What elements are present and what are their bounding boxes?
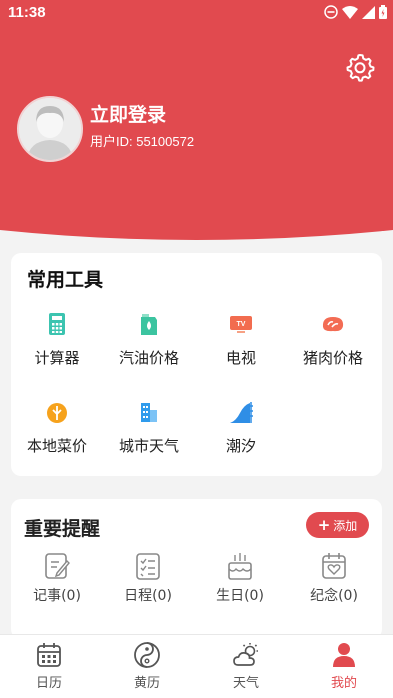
signal-icon xyxy=(362,5,375,19)
vegetable-icon xyxy=(47,403,67,423)
login-link[interactable]: 立即登录 xyxy=(90,100,166,127)
cake-icon xyxy=(228,553,252,580)
tab-almanac[interactable]: 黄历 xyxy=(98,635,196,698)
tool-tide[interactable]: 潮汐 xyxy=(195,399,287,456)
tool-label: 猪肉价格 xyxy=(302,349,363,367)
tab-label: 天气 xyxy=(232,676,259,691)
status-icons xyxy=(324,5,387,19)
do-not-disturb-icon xyxy=(324,5,338,19)
reminder-birthday[interactable]: 生日(0) xyxy=(195,551,285,605)
weather-icon xyxy=(233,643,258,666)
reminder-label: 生日(0) xyxy=(216,588,264,604)
reminder-label: 记事(0) xyxy=(33,588,81,604)
person-icon xyxy=(333,643,355,667)
tab-label: 我的 xyxy=(330,676,357,691)
settings-button[interactable] xyxy=(345,52,375,82)
calculator-icon xyxy=(49,313,65,335)
tab-label: 黄历 xyxy=(133,676,160,691)
note-icon xyxy=(45,553,70,579)
reminder-anniversary[interactable]: 纪念(0) xyxy=(289,551,379,605)
add-label: 添加 xyxy=(333,518,358,533)
tv-icon: TV xyxy=(230,316,252,333)
common-tools-card: 常用工具 计算器 汽油价格 TV 电视 猪肉价格 本地菜价 城市天气 潮汐 xyxy=(11,253,382,476)
reminder-notes[interactable]: 记事(0) xyxy=(12,551,102,605)
tool-label: 电视 xyxy=(225,349,256,367)
status-bar: 11:38 xyxy=(0,0,393,28)
tool-label: 本地菜价 xyxy=(26,437,87,455)
tool-tv[interactable]: TV 电视 xyxy=(195,311,287,368)
svg-text:TV: TV xyxy=(237,321,246,328)
checklist-icon xyxy=(136,553,160,580)
tool-calculator[interactable]: 计算器 xyxy=(11,311,103,368)
tool-local-vegetable-price[interactable]: 本地菜价 xyxy=(11,399,103,456)
meat-icon xyxy=(322,317,344,332)
avatar[interactable] xyxy=(17,96,83,162)
add-reminder-button[interactable]: + 添加 xyxy=(306,512,369,538)
gear-icon xyxy=(346,54,375,82)
reminders-title: 重要提醒 xyxy=(24,518,101,540)
status-time: 11:38 xyxy=(8,4,46,21)
battery-icon xyxy=(379,5,387,19)
yin-yang-icon xyxy=(134,642,160,668)
tool-label: 计算器 xyxy=(34,349,80,367)
tab-calendar[interactable]: 日历 xyxy=(0,635,98,698)
tab-label: 日历 xyxy=(35,676,62,691)
wave-icon xyxy=(230,402,253,423)
important-reminders-card: 重要提醒 + 添加 记事(0) 日程(0) 生日(0) 纪念(0) xyxy=(11,499,382,639)
tool-pork-price[interactable]: 猪肉价格 xyxy=(287,311,379,368)
reminder-schedule[interactable]: 日程(0) xyxy=(103,551,193,605)
heart-calendar-icon xyxy=(322,553,346,579)
plus-icon: + xyxy=(317,515,331,534)
fuel-can-icon xyxy=(141,314,157,335)
bottom-tab-bar: 日历 黄历 天气 我的 xyxy=(0,634,393,698)
user-id-text: 用户ID: 55100572 xyxy=(90,134,195,149)
calendar-icon xyxy=(37,643,61,667)
tool-label: 潮汐 xyxy=(225,437,256,455)
tab-weather[interactable]: 天气 xyxy=(197,635,295,698)
common-tools-title: 常用工具 xyxy=(27,269,104,291)
reminder-label: 日程(0) xyxy=(124,588,172,604)
tab-mine[interactable]: 我的 xyxy=(295,635,393,698)
tool-label: 城市天气 xyxy=(118,437,179,455)
reminder-label: 纪念(0) xyxy=(310,588,358,604)
default-avatar-icon xyxy=(19,98,81,160)
tool-fuel-price[interactable]: 汽油价格 xyxy=(103,311,195,368)
tool-city-weather[interactable]: 城市天气 xyxy=(103,399,195,456)
city-building-icon xyxy=(141,403,157,422)
wifi-icon xyxy=(342,5,358,19)
tool-label: 汽油价格 xyxy=(118,349,179,367)
